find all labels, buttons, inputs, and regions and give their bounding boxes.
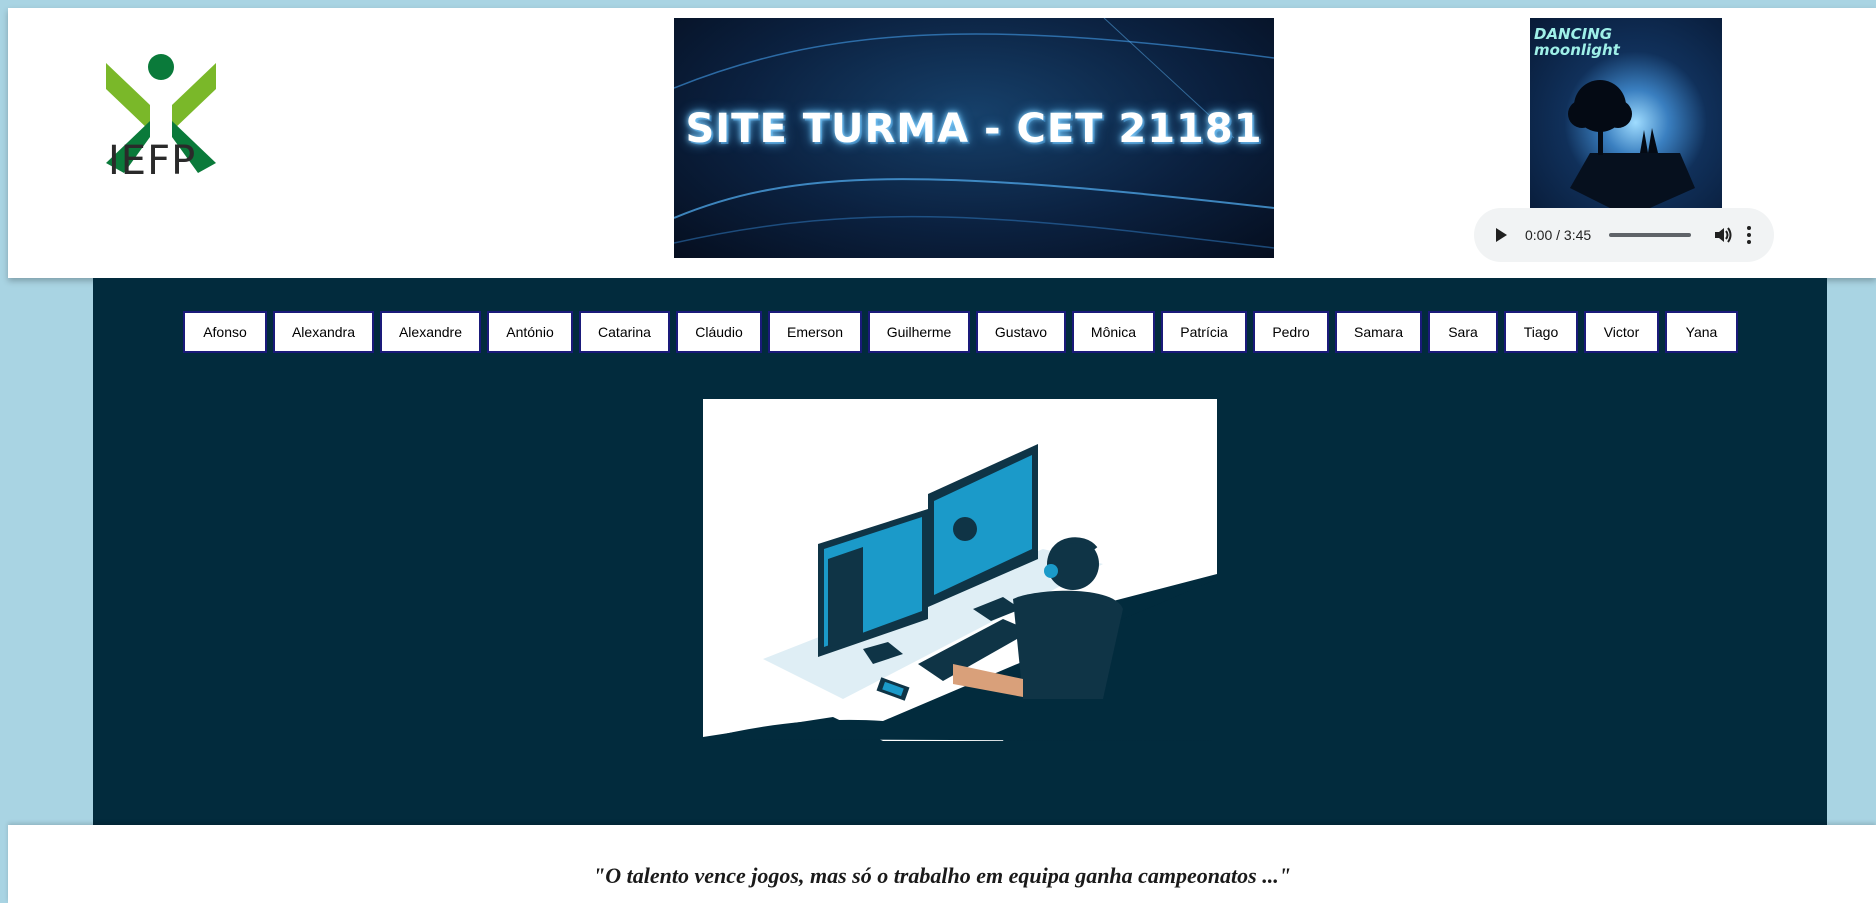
nav-button-pedro[interactable]: Pedro	[1253, 311, 1329, 353]
header: IEFP SITE TURMA - CET 21181 DANCING moon…	[8, 8, 1876, 278]
nav-button-alexandra[interactable]: Alexandra	[273, 311, 374, 353]
footer: "O talento vence jogos, mas só o trabalh…	[8, 825, 1876, 903]
nav-button-alexandre[interactable]: Alexandre	[380, 311, 481, 353]
nav-button-claudio[interactable]: Cláudio	[676, 311, 762, 353]
nav-button-samara[interactable]: Samara	[1335, 311, 1422, 353]
play-icon[interactable]	[1496, 228, 1507, 242]
audio-time: 0:00 / 3:45	[1525, 227, 1592, 243]
nav-button-catarina[interactable]: Catarina	[579, 311, 670, 353]
hero-illustration	[703, 399, 1217, 741]
banner-title: SITE TURMA - CET 21181	[685, 106, 1263, 152]
nav-button-guilherme[interactable]: Guilherme	[868, 311, 970, 353]
seek-bar[interactable]	[1609, 233, 1692, 237]
more-options-icon[interactable]	[1747, 226, 1752, 244]
album-cover: DANCING moonlight	[1530, 18, 1722, 208]
nav-button-sara[interactable]: Sara	[1428, 311, 1498, 353]
nav-button-victor[interactable]: Victor	[1584, 311, 1659, 353]
audio-player[interactable]: 0:00 / 3:45	[1474, 208, 1774, 262]
album-art	[1568, 80, 1695, 208]
nav-button-afonso[interactable]: Afonso	[183, 311, 267, 353]
site-banner: SITE TURMA - CET 21181	[674, 18, 1274, 258]
nav-button-yana[interactable]: Yana	[1665, 311, 1738, 353]
volume-icon[interactable]	[1713, 226, 1733, 244]
nav-button-tiago[interactable]: Tiago	[1504, 311, 1578, 353]
main-content: Afonso Alexandra Alexandre António Catar…	[93, 278, 1827, 825]
nav-button-patricia[interactable]: Patrícia	[1161, 311, 1247, 353]
nav-button-monica[interactable]: Mônica	[1072, 311, 1155, 353]
student-nav: Afonso Alexandra Alexandre António Catar…	[183, 311, 1738, 353]
nav-button-gustavo[interactable]: Gustavo	[976, 311, 1066, 353]
nav-button-emerson[interactable]: Emerson	[768, 311, 862, 353]
footer-quote: "O talento vence jogos, mas só o trabalh…	[593, 863, 1291, 888]
nav-button-antonio[interactable]: António	[487, 311, 573, 353]
logo-text: IEFP	[108, 138, 197, 184]
